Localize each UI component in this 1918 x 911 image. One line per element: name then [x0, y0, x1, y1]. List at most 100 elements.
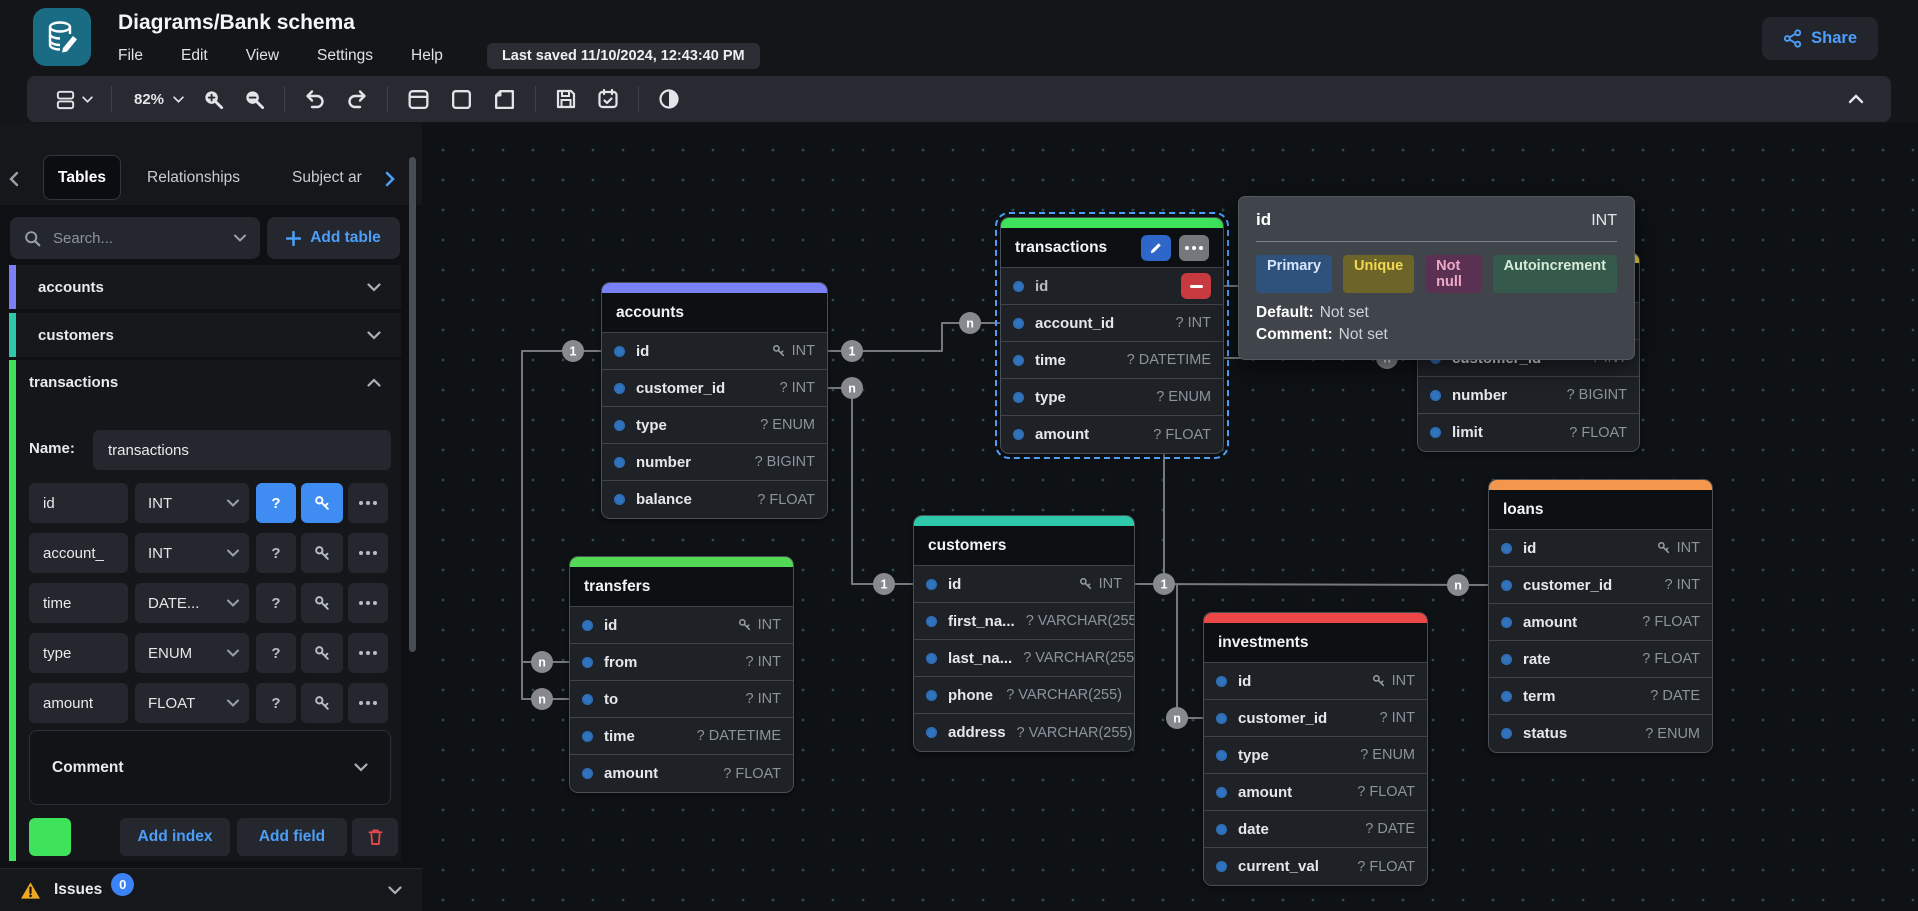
field-type-select[interactable]: DATE... [135, 583, 249, 623]
primary-key-toggle[interactable] [301, 683, 343, 723]
menu-view[interactable]: View [246, 47, 279, 65]
table-field-row[interactable]: current_val? FLOAT [1204, 848, 1427, 885]
diagram-canvas[interactable]: 1 1 n n 1 1 n n n n n accounts idINT cus… [422, 123, 1918, 911]
table-list-item-accounts[interactable]: accounts [9, 265, 401, 309]
table-field-row[interactable]: to? INT [570, 681, 793, 718]
field-name-input[interactable]: type [29, 633, 128, 673]
delete-table-button[interactable] [352, 818, 398, 856]
menu-settings[interactable]: Settings [317, 47, 373, 65]
table-field-row[interactable]: number? BIGINT [602, 444, 827, 481]
table-list-item-customers[interactable]: customers [9, 313, 401, 357]
zoom-out-button[interactable] [234, 82, 275, 116]
menu-help[interactable]: Help [411, 47, 443, 65]
nullable-toggle[interactable]: ? [256, 583, 296, 623]
tab-tables[interactable]: Tables [43, 155, 121, 200]
view-mode-button[interactable] [45, 82, 102, 116]
primary-key-toggle[interactable] [301, 633, 343, 673]
table-field-row[interactable]: time? DATETIME [1001, 342, 1223, 379]
table-field-row[interactable]: time? DATETIME [570, 718, 793, 755]
table-more-options-button[interactable] [1179, 235, 1209, 261]
canvas-table-customers[interactable]: customers idINT first_na...? VARCHAR(255… [913, 515, 1135, 752]
table-field-row[interactable]: balance? FLOAT [602, 481, 827, 518]
table-field-row[interactable]: last_na...? VARCHAR(255) [914, 640, 1134, 677]
table-field-row[interactable]: idINT [1204, 663, 1427, 700]
table-field-row[interactable]: id [1001, 268, 1223, 305]
table-field-row[interactable]: first_na...? VARCHAR(255) [914, 603, 1134, 640]
table-field-row[interactable]: limit? FLOAT [1418, 414, 1639, 451]
table-field-row[interactable]: term? DATE [1489, 678, 1712, 715]
canvas-table-accounts[interactable]: accounts idINT customer_id? INT type? EN… [601, 282, 828, 519]
tab-subject-areas[interactable]: Subject ar [292, 169, 362, 187]
primary-key-toggle[interactable] [301, 533, 343, 573]
canvas-table-loans[interactable]: loans idINT customer_id? INT amount? FLO… [1488, 479, 1713, 753]
table-field-row[interactable]: from? INT [570, 644, 793, 681]
menu-edit[interactable]: Edit [181, 47, 208, 65]
redo-button[interactable] [336, 82, 378, 116]
primary-key-toggle[interactable] [301, 583, 343, 623]
field-type-select[interactable]: INT [135, 533, 249, 573]
add-table-button[interactable]: Add table [267, 217, 400, 259]
search-input[interactable]: Search... [10, 217, 260, 259]
field-type-select[interactable]: INT [135, 483, 249, 523]
field-name-input[interactable]: id [29, 483, 128, 523]
issues-bar[interactable]: Issues 0 [0, 868, 422, 911]
canvas-table-transactions[interactable]: transactions id account_id? INT time? DA… [1000, 217, 1224, 454]
add-area-tool-button[interactable] [440, 82, 483, 116]
share-button[interactable]: Share [1762, 17, 1878, 60]
theme-toggle-button[interactable] [648, 82, 690, 116]
field-name-input[interactable]: amount [29, 683, 128, 723]
save-button[interactable] [545, 82, 587, 116]
table-field-row[interactable]: type? ENUM [1204, 737, 1427, 774]
table-field-row[interactable]: address? VARCHAR(255) [914, 714, 1134, 751]
sidebar-scrollbar[interactable] [409, 157, 416, 652]
table-name-input[interactable]: transactions [93, 430, 391, 470]
field-type-select[interactable]: ENUM [135, 633, 249, 673]
add-table-tool-button[interactable] [397, 82, 440, 116]
table-field-row[interactable]: idINT [570, 607, 793, 644]
table-field-row[interactable]: type? ENUM [602, 407, 827, 444]
table-color-swatch[interactable] [29, 818, 71, 856]
field-more-options-button[interactable] [348, 683, 388, 723]
table-field-row[interactable]: customer_id? INT [1489, 567, 1712, 604]
nullable-toggle[interactable]: ? [256, 533, 296, 573]
field-more-options-button[interactable] [348, 583, 388, 623]
tabs-scroll-left-icon[interactable] [8, 171, 19, 187]
nullable-toggle[interactable]: ? [256, 633, 296, 673]
field-name-input[interactable]: account_ [29, 533, 128, 573]
table-field-row[interactable]: phone? VARCHAR(255) [914, 677, 1134, 714]
tab-relationships[interactable]: Relationships [147, 169, 240, 187]
zoom-level-dropdown[interactable]: 82% [121, 82, 193, 116]
toolbar-collapse-button[interactable] [1839, 82, 1873, 116]
canvas-table-investments[interactable]: investments idINT customer_id? INT type?… [1203, 612, 1428, 886]
comment-section[interactable]: Comment [29, 730, 391, 805]
tabs-scroll-right-icon[interactable] [385, 171, 396, 187]
table-field-row[interactable]: amount? FLOAT [1001, 416, 1223, 453]
menu-file[interactable]: File [118, 47, 143, 65]
table-list-item-transactions[interactable]: transactions [9, 360, 401, 404]
add-index-button[interactable]: Add index [120, 818, 230, 856]
table-field-row[interactable]: idINT [914, 566, 1134, 603]
add-note-tool-button[interactable] [483, 82, 526, 116]
field-more-options-button[interactable] [348, 483, 388, 523]
primary-key-toggle-active[interactable] [301, 483, 343, 523]
table-field-row[interactable]: customer_id? INT [602, 370, 827, 407]
table-field-row[interactable]: account_id? INT [1001, 305, 1223, 342]
autosave-button[interactable] [587, 82, 629, 116]
table-field-row[interactable]: amount? FLOAT [1489, 604, 1712, 641]
field-name-input[interactable]: time [29, 583, 128, 623]
table-field-row[interactable]: number? BIGINT [1418, 377, 1639, 414]
table-field-row[interactable]: type? ENUM [1001, 379, 1223, 416]
field-type-select[interactable]: FLOAT [135, 683, 249, 723]
table-field-row[interactable]: rate? FLOAT [1489, 641, 1712, 678]
nullable-toggle-active[interactable]: ? [256, 483, 296, 523]
table-field-row[interactable]: customer_id? INT [1204, 700, 1427, 737]
table-field-row[interactable]: idINT [1489, 530, 1712, 567]
app-logo-icon[interactable] [33, 8, 91, 66]
add-field-button[interactable]: Add field [237, 818, 347, 856]
delete-field-button[interactable] [1181, 273, 1211, 299]
field-more-options-button[interactable] [348, 533, 388, 573]
table-field-row[interactable]: status? ENUM [1489, 715, 1712, 752]
edit-table-button[interactable] [1141, 235, 1171, 261]
canvas-table-transfers[interactable]: transfers idINT from? INT to? INT time? … [569, 556, 794, 793]
table-field-row[interactable]: amount? FLOAT [1204, 774, 1427, 811]
